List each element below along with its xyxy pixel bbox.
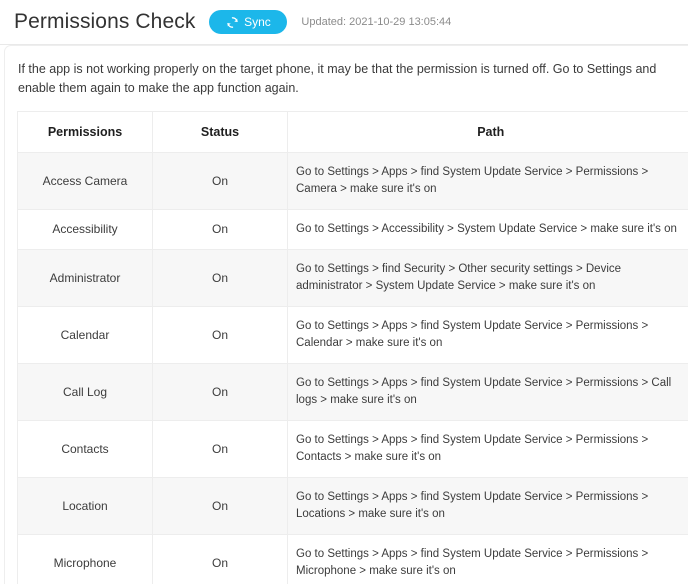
table-header-row: Permissions Status Path: [17, 111, 688, 153]
permissions-check-page: Permissions Check Sync Updated: 2021-10-…: [0, 0, 688, 584]
permission-status: On: [152, 249, 288, 307]
column-header-path: Path: [287, 111, 688, 153]
permission-path: Go to Settings > Apps > find System Upda…: [287, 477, 688, 535]
column-header-status: Status: [152, 111, 288, 153]
permission-status: On: [152, 363, 288, 421]
table-row: Accessibility On Go to Settings > Access…: [17, 209, 688, 250]
sync-button[interactable]: Sync: [209, 10, 288, 34]
column-header-permissions: Permissions: [17, 111, 153, 153]
updated-timestamp: Updated: 2021-10-29 13:05:44: [301, 16, 452, 28]
table-row: Administrator On Go to Settings > find S…: [17, 249, 688, 307]
table-row: Call Log On Go to Settings > Apps > find…: [17, 363, 688, 421]
permission-path: Go to Settings > find Security > Other s…: [287, 249, 688, 307]
permissions-table: Permissions Status Path Access Camera On…: [17, 111, 688, 584]
permission-name: Call Log: [17, 363, 153, 421]
permission-status: On: [152, 209, 288, 250]
notice-text: If the app is not working properly on th…: [18, 62, 657, 95]
permission-name: Calendar: [17, 306, 153, 364]
permission-name: Administrator: [17, 249, 153, 307]
table-body: Access Camera On Go to Settings > Apps >…: [17, 152, 688, 584]
table-row: Calendar On Go to Settings > Apps > find…: [17, 306, 688, 364]
permission-name: Location: [17, 477, 153, 535]
page-title: Permissions Check: [14, 10, 196, 33]
permission-status: On: [152, 534, 288, 584]
permission-path: Go to Settings > Apps > find System Upda…: [287, 306, 688, 364]
permission-status: On: [152, 306, 288, 364]
permission-name: Microphone: [17, 534, 153, 584]
permission-path: Go to Settings > Apps > find System Upda…: [287, 420, 688, 478]
permission-path: Go to Settings > Apps > find System Upda…: [287, 363, 688, 421]
permission-name: Contacts: [17, 420, 153, 478]
permission-status: On: [152, 477, 288, 535]
permission-status: On: [152, 152, 288, 210]
page-header: Permissions Check Sync Updated: 2021-10-…: [0, 0, 688, 45]
content-card: If the app is not working properly on th…: [5, 46, 688, 584]
table-row: Access Camera On Go to Settings > Apps >…: [17, 152, 688, 210]
permission-path: Go to Settings > Apps > find System Upda…: [287, 534, 688, 584]
table-header: Permissions Status Path: [17, 111, 688, 153]
permission-path: Go to Settings > Apps > find System Upda…: [287, 152, 688, 210]
permissions-table-wrapper: Permissions Status Path Access Camera On…: [17, 111, 688, 584]
sync-button-label: Sync: [244, 15, 271, 29]
permission-status: On: [152, 420, 288, 478]
permission-name: Accessibility: [17, 209, 153, 250]
table-row: Location On Go to Settings > Apps > find…: [17, 477, 688, 535]
permission-path: Go to Settings > Accessibility > System …: [287, 209, 688, 250]
permission-name: Access Camera: [17, 152, 153, 210]
table-row: Contacts On Go to Settings > Apps > find…: [17, 420, 688, 478]
table-row: Microphone On Go to Settings > Apps > fi…: [17, 534, 688, 584]
sync-refresh-icon: [226, 16, 239, 29]
